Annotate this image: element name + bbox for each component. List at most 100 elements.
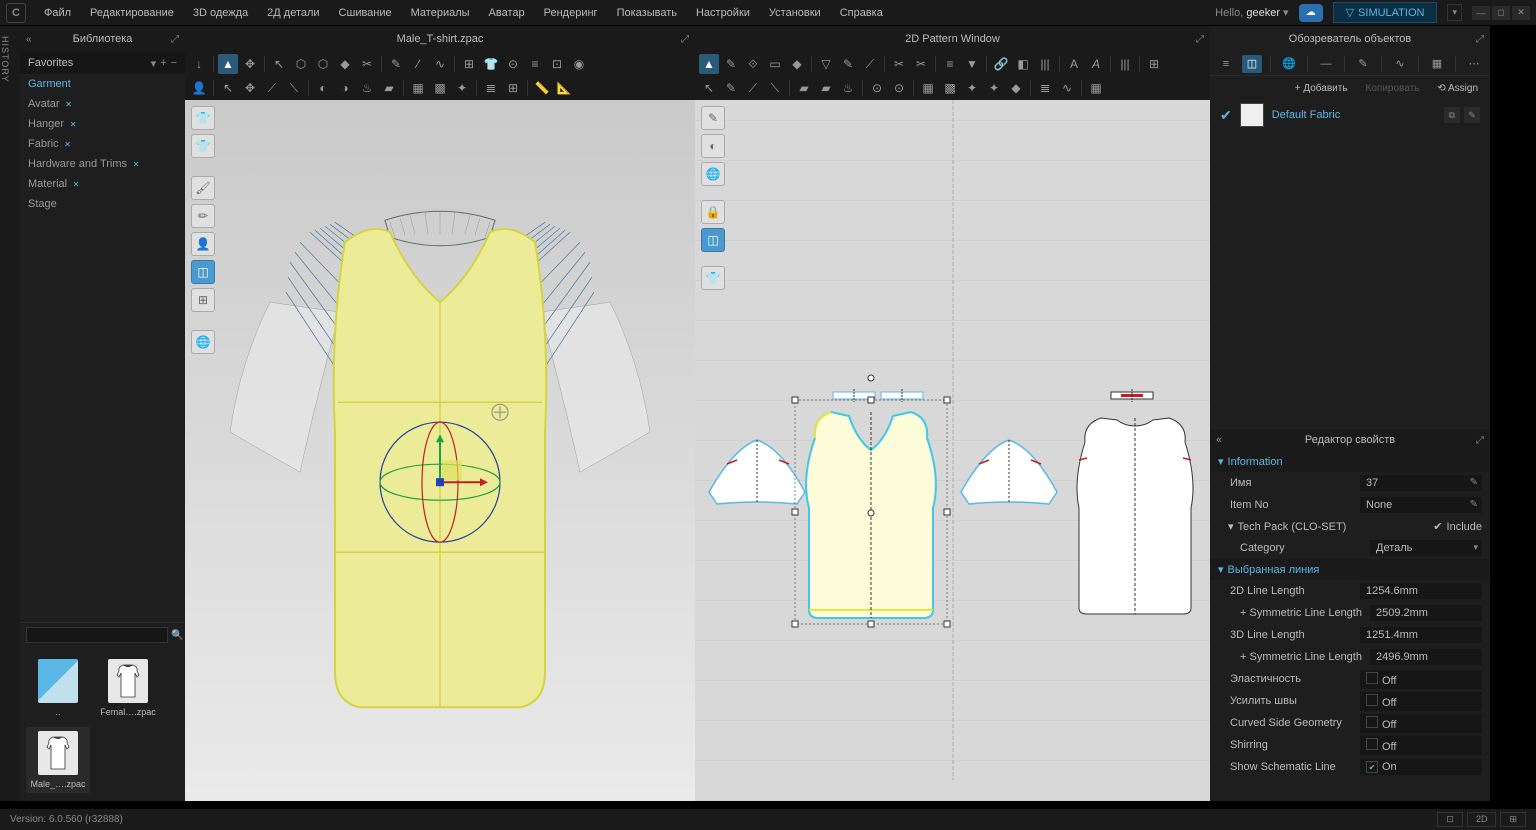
tab-history[interactable]: HISTORY — [0, 36, 10, 801]
tool2d-gfx-icon[interactable]: ✦ — [962, 78, 982, 98]
tool-trim-icon[interactable]: ◉ — [569, 54, 589, 74]
view-shirt2-icon[interactable]: 👕 — [191, 134, 215, 158]
edit-icon[interactable]: ✎ — [1464, 107, 1480, 123]
library-search-input[interactable] — [26, 627, 168, 643]
tool-measure-icon[interactable]: 📏 — [532, 78, 552, 98]
tool-garment-icon[interactable]: 👕 — [481, 54, 501, 74]
expand-icon[interactable]: ⤢ — [171, 34, 179, 45]
tool-arrow-icon[interactable]: ↖ — [269, 54, 289, 74]
group-information[interactable]: ▾ Information — [1210, 451, 1490, 472]
simulation-button[interactable]: ▽ SIMULATION — [1333, 2, 1438, 23]
tool2d-align-icon[interactable]: ||| — [1115, 54, 1135, 74]
thumb-parent[interactable]: .. — [26, 655, 90, 721]
tool-tape-icon[interactable]: ⊞ — [459, 54, 479, 74]
expand-icon[interactable]: ⤢ — [1476, 435, 1484, 446]
tool-shape-icon[interactable]: ◆ — [335, 54, 355, 74]
add-button[interactable]: + Добавить — [1289, 81, 1354, 96]
tool-select-icon[interactable]: ▲ — [218, 54, 238, 74]
mode-list-icon[interactable]: ≡ — [1216, 55, 1236, 73]
tool2d-plaid-icon[interactable]: ▦ — [1086, 78, 1106, 98]
tool-avatar-icon[interactable]: 👤 — [189, 78, 209, 98]
tool-move-icon[interactable]: ✥ — [240, 54, 260, 74]
menu-show[interactable]: Показывать — [609, 3, 685, 23]
mode-grid-icon[interactable]: ▦ — [1427, 55, 1447, 73]
mode-fabric-icon[interactable]: ◫ — [1242, 55, 1262, 73]
mode-pen-icon[interactable]: ✎ — [1353, 55, 1373, 73]
view-shirt-icon[interactable]: 👕 — [191, 106, 215, 130]
tool-sim-icon[interactable]: ↓ — [189, 54, 209, 74]
tool-snap-icon[interactable]: ⊡ — [547, 54, 567, 74]
window-maximize-icon[interactable]: ◻ — [1492, 6, 1510, 20]
search-icon[interactable]: 🔍 — [171, 630, 183, 641]
tool-button-icon[interactable]: ⊙ — [503, 54, 523, 74]
tool2d-iron-icon[interactable]: ▰ — [794, 78, 814, 98]
window-close-icon[interactable]: ✕ — [1512, 6, 1530, 20]
libitem-hardware[interactable]: Hardware and Trims✕ — [20, 154, 185, 174]
group-techpack[interactable]: ▾ Tech Pack (CLO-SET) ✔Include — [1210, 516, 1490, 537]
libitem-hanger[interactable]: Hanger✕ — [20, 114, 185, 134]
tool2d-annot-icon[interactable]: A — [1086, 54, 1106, 74]
tool2d-seam-icon[interactable]: ✂ — [889, 54, 909, 74]
window-minimize-icon[interactable]: — — [1472, 6, 1490, 20]
tool2d-sym-icon[interactable]: ◧ — [1013, 54, 1033, 74]
tool2d-btn-icon[interactable]: ⊙ — [867, 78, 887, 98]
tool-layer-icon[interactable]: ≣ — [481, 78, 501, 98]
cloud-icon[interactable]: ☁ — [1299, 4, 1323, 22]
tool2d-trace-icon[interactable]: ✎ — [838, 54, 858, 74]
tool2d-gfx3-icon[interactable]: ◆ — [1006, 78, 1026, 98]
tool2d-btn2-icon[interactable]: ⊙ — [889, 78, 909, 98]
canvas-3d[interactable]: 👕 👕 🖌 ✏ 👤 ◫ ⊞ 🌐 — [185, 100, 695, 801]
status-chip-2[interactable]: 2D — [1467, 812, 1497, 827]
tool-mesh-icon[interactable]: ⬡ — [291, 54, 311, 74]
save-icon[interactable]: ▾ — [151, 57, 157, 70]
tool-amove-icon[interactable]: ✥ — [240, 78, 260, 98]
menu-settings[interactable]: Настройки — [688, 3, 758, 23]
mode-line-icon[interactable]: — — [1316, 55, 1336, 73]
tool2d-grade-icon[interactable]: ||| — [1035, 54, 1055, 74]
menu-help[interactable]: Справка — [832, 3, 891, 23]
expand-icon[interactable]: ⤢ — [1196, 34, 1204, 45]
tool-wrap-icon[interactable]: ◐ — [313, 78, 333, 98]
menu-3dclothes[interactable]: 3D одежда — [185, 3, 256, 23]
tool2d-table-icon[interactable]: ⊞ — [1144, 54, 1164, 74]
menu-edit[interactable]: Редактирование — [82, 3, 182, 23]
tool2d-tape-icon[interactable]: ≡ — [940, 54, 960, 74]
tool2d-cut-icon[interactable]: ✂ — [911, 54, 931, 74]
mode-wave-icon[interactable]: ∿ — [1390, 55, 1410, 73]
menu-sewing[interactable]: Сшивание — [331, 3, 400, 23]
expand-icon[interactable]: ⤢ — [681, 34, 689, 45]
menu-2ddetails[interactable]: 2Д детали — [259, 3, 327, 23]
menu-avatar[interactable]: Аватар — [481, 3, 533, 23]
tool-texture-icon[interactable]: ▦ — [408, 78, 428, 98]
tool-graphic-icon[interactable]: ✦ — [452, 78, 472, 98]
minus-icon[interactable]: − — [171, 57, 177, 70]
thumb-female[interactable]: Femal….zpac — [96, 655, 160, 721]
tool-grade-icon[interactable]: ⊞ — [503, 78, 523, 98]
tool2d-steam-icon[interactable]: ♨ — [838, 78, 858, 98]
expand-icon[interactable]: ⤢ — [1476, 34, 1484, 45]
tool-print-icon[interactable]: ▩ — [430, 78, 450, 98]
tool2d-print-icon[interactable]: ▩ — [940, 78, 960, 98]
tool-zipper-icon[interactable]: ≡ — [525, 54, 545, 74]
tshirt-3d-model[interactable] — [210, 182, 670, 742]
tool2d-tex-icon[interactable]: ▦ — [918, 78, 938, 98]
tool2d-sew3-icon[interactable]: ⟋ — [743, 78, 763, 98]
tool2d-shape-icon[interactable]: ◆ — [787, 54, 807, 74]
libitem-material[interactable]: Material✕ — [20, 174, 185, 194]
tool2d-edit-icon[interactable]: ✎ — [721, 54, 741, 74]
menu-materials[interactable]: Материалы — [403, 3, 478, 23]
libitem-fabric[interactable]: Fabric✕ — [20, 134, 185, 154]
mode-more-icon[interactable]: ⋯ — [1464, 55, 1484, 73]
tool2d-text-icon[interactable]: A — [1064, 54, 1084, 74]
libitem-garment[interactable]: Garment — [20, 74, 185, 94]
tool2d-layer-icon[interactable]: ≣ — [1035, 78, 1055, 98]
tool2d-sew2-icon[interactable]: ✎ — [721, 78, 741, 98]
tool2d-fold-icon[interactable]: ⟋ — [860, 54, 880, 74]
copy-icon[interactable]: ⧉ — [1444, 107, 1460, 123]
tool2d-dart-icon[interactable]: ▽ — [816, 54, 836, 74]
tool-curve-icon[interactable]: ∿ — [430, 54, 450, 74]
canvas-2d[interactable]: ✎ ◐ 🌐 🔒 ◫ 👕 — [695, 100, 1210, 801]
thumb-male[interactable]: Male_….zpac — [26, 727, 90, 793]
tool-pen-icon[interactable]: ✎ — [386, 54, 406, 74]
tool-aselect-icon[interactable]: ↖ — [218, 78, 238, 98]
